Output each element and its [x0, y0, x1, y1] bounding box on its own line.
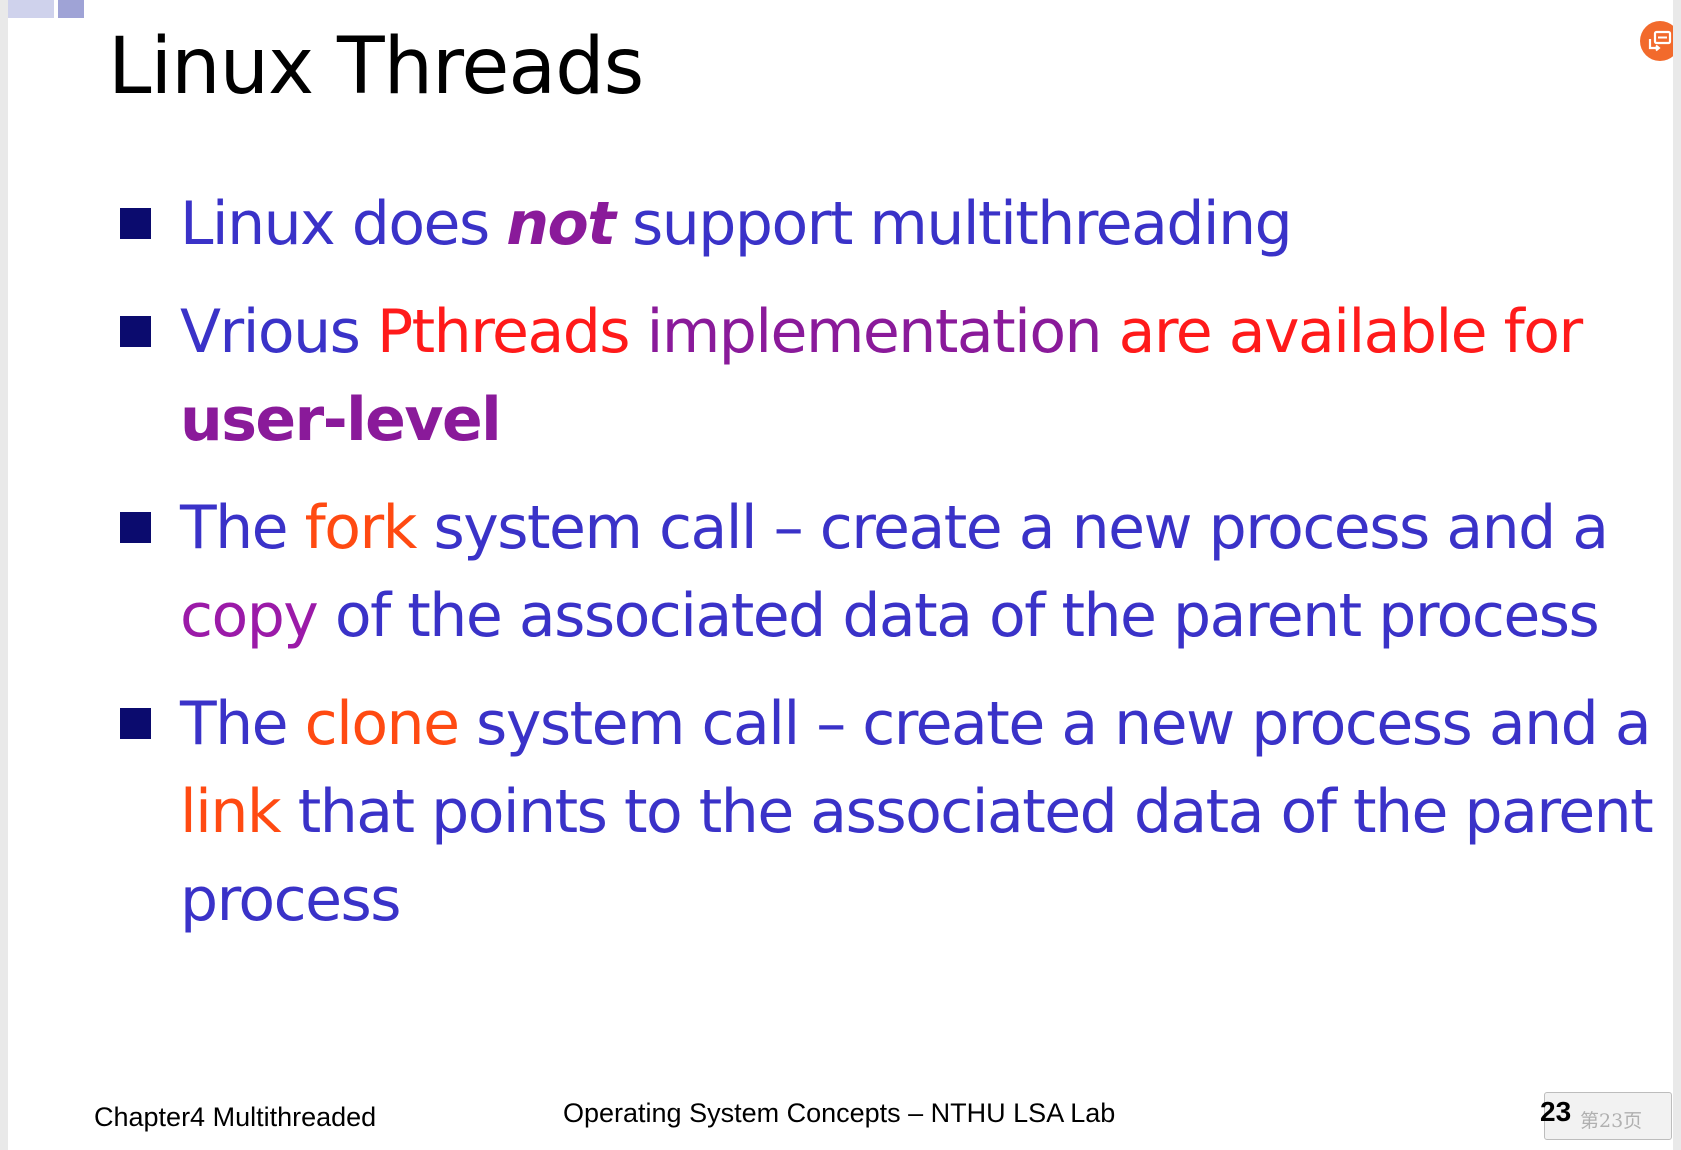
footer-chapter: Chapter4 Multithreaded [94, 1102, 377, 1132]
page-number: 23 [1540, 1096, 1572, 1127]
bullet-text-segment: copy [180, 581, 319, 651]
slide-title: Linux Threads [108, 22, 644, 112]
bullet-text-segment: that points to the associated data of th… [180, 777, 1654, 935]
bullet-list: Linux does not support multithreading Vri… [112, 180, 1662, 964]
bullet-text-segment: Vrious [180, 297, 377, 367]
bullet-text-segment: The [180, 493, 305, 563]
corner-decoration [8, 0, 54, 18]
bullet-item: Linux does not support multithreading [112, 180, 1662, 268]
bullet-item: Vrious Pthreads implementation are avail… [112, 288, 1662, 464]
bullet-text-segment: are available for [1101, 297, 1584, 367]
bullet-text-segment: implementation [629, 297, 1103, 367]
bullet-text-segment: not [506, 189, 616, 259]
footer-course: Operating System Concepts – NTHU LSA Lab [563, 1098, 1116, 1128]
presentation-button[interactable] [1640, 21, 1673, 61]
bullet-marker [120, 316, 151, 347]
bullet-marker [120, 512, 151, 543]
bullet-text-segment: Pthreads [376, 297, 631, 367]
bullet-text-segment: The [180, 689, 305, 759]
bullet-marker [120, 708, 151, 739]
bullet-text-segment: system call – create a new process and a [415, 493, 1609, 563]
slide: Linux Threads Linux does not support mul… [8, 0, 1673, 1150]
bullet-item: The fork system call – create a new proc… [112, 484, 1662, 660]
corner-decoration-accent [58, 0, 84, 18]
bullet-text-segment: of the associated data of the parent pro… [317, 581, 1600, 651]
bullet-text-segment: clone [304, 689, 460, 759]
bullet-text-segment: system call – create a new process and a [458, 689, 1652, 759]
bullet-item: The clone system call – create a new pro… [112, 680, 1662, 944]
bullet-text-segment: fork [304, 493, 418, 563]
bullet-text-segment: user-level [180, 385, 502, 455]
bullet-marker [120, 208, 151, 239]
bullet-text-segment: Linux does [180, 189, 507, 259]
bullet-text-segment: link [180, 777, 282, 847]
bullet-text-segment: support multithreading [614, 189, 1293, 259]
presentation-icon [1648, 30, 1672, 52]
page-label: 第23页 [1580, 1110, 1643, 1132]
